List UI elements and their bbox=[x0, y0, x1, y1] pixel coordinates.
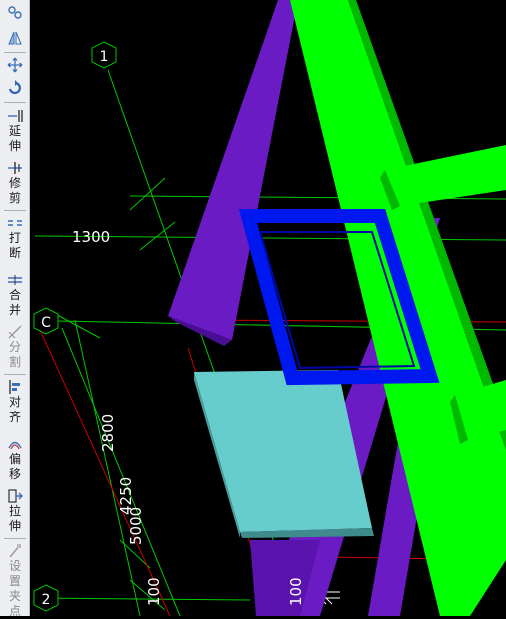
align-label: 对 齐 bbox=[8, 395, 21, 424]
grip-label: 设 置 夹 点 bbox=[8, 559, 21, 618]
dim-2800: 2800 bbox=[99, 414, 117, 452]
offset-button[interactable]: 偏 移 bbox=[0, 436, 30, 482]
merge-label: 合 并 bbox=[8, 288, 21, 317]
move-button[interactable] bbox=[0, 57, 30, 73]
dim-100-left: 100 bbox=[145, 577, 163, 606]
axis-1-label: 1 bbox=[100, 49, 109, 65]
break-label: 打 断 bbox=[8, 231, 21, 260]
dim-100-right: 100 bbox=[287, 577, 305, 606]
rotate-small-icon bbox=[8, 6, 22, 19]
side-toolbar: 延 伸 修 剪 打 断 合 并 分 割 对 齐 偏 移 拉 伸 设 置 夹 点 bbox=[0, 0, 30, 619]
axis-2-label: 2 bbox=[42, 592, 51, 608]
axis-2-marker: 2 bbox=[33, 584, 59, 612]
trim-label: 修 剪 bbox=[8, 176, 21, 205]
extend-label: 延 伸 bbox=[8, 124, 21, 153]
dim-5000: 5000 bbox=[127, 507, 145, 545]
break-button[interactable]: 打 断 bbox=[0, 215, 30, 261]
axis-1-marker: 1 bbox=[91, 41, 117, 69]
grip-button[interactable]: 设 置 夹 点 bbox=[0, 543, 30, 619]
split-icon bbox=[8, 325, 22, 339]
offset-icon bbox=[8, 441, 22, 450]
stretch-label: 拉 伸 bbox=[8, 504, 21, 533]
align-button[interactable]: 对 齐 bbox=[0, 379, 30, 425]
axis-c-label: C bbox=[41, 315, 51, 331]
axis-c-marker: C bbox=[33, 307, 59, 335]
merge-icon bbox=[8, 275, 22, 285]
split-label: 分 割 bbox=[8, 340, 21, 369]
model-viewport[interactable]: 1 C 2 1300 2800 4250 5000 100 100 bbox=[30, 0, 506, 616]
trim-button[interactable]: 修 剪 bbox=[0, 160, 30, 206]
extend-button[interactable]: 延 伸 bbox=[0, 108, 30, 154]
mirror-button[interactable] bbox=[0, 30, 30, 46]
mirror-icon bbox=[8, 31, 22, 45]
dim-1300: 1300 bbox=[72, 228, 110, 246]
rotate-icon bbox=[8, 80, 21, 95]
extend-icon bbox=[8, 110, 23, 122]
stretch-button[interactable]: 拉 伸 bbox=[0, 488, 30, 534]
merge-button[interactable]: 合 并 bbox=[0, 272, 30, 318]
trim-icon bbox=[8, 162, 22, 174]
move-arrows-icon bbox=[7, 57, 23, 73]
rotate-small-button[interactable] bbox=[0, 4, 30, 20]
grip-icon bbox=[9, 544, 21, 558]
split-button[interactable]: 分 割 bbox=[0, 324, 30, 370]
break-icon bbox=[8, 220, 22, 226]
offset-label: 偏 移 bbox=[8, 452, 21, 481]
rotate-button[interactable] bbox=[0, 80, 30, 96]
stretch-icon bbox=[8, 489, 23, 503]
align-icon bbox=[9, 380, 20, 394]
